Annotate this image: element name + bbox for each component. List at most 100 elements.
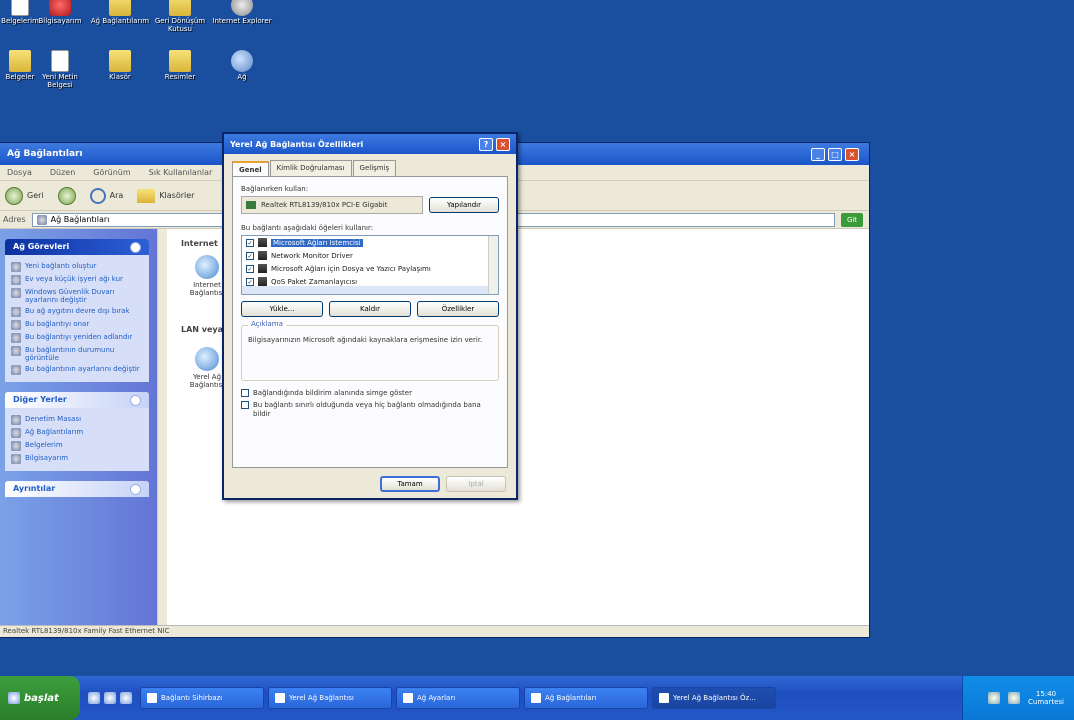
net-icon [231,50,253,72]
taskbar-button[interactable]: Ağ Bağlantıları [524,687,648,709]
taskbar-button[interactable]: Yerel Ağ Bağlantısı [268,687,392,709]
desktop-icon-label: Ağ Bağlantılarım [90,17,150,25]
description-group: Açıklama Bilgisayarınızın Microsoft ağın… [241,320,499,381]
list-vertical-scrollbar[interactable] [488,236,498,294]
taskbar-button-label: Ağ Bağlantıları [545,694,597,702]
components-list[interactable]: ✓ Microsoft Ağları İstemcisi ✓ Network Moni… [241,235,499,295]
ok-button[interactable]: Tamam [380,476,440,492]
section-internet: Internet [181,239,218,248]
desktop-icon[interactable]: Internet Explorer [212,0,272,26]
chevron-up-icon[interactable] [130,395,141,407]
other-place-link[interactable]: Belgelerim [11,441,143,452]
window-icon [531,693,541,703]
window-icon [403,693,413,703]
desktop-icon[interactable]: Geri Dönüşüm Kutusu [150,0,210,33]
taskbar-button[interactable]: Yerel Ağ Bağlantısı Öz... [652,687,776,709]
task-link[interactable]: Ev veya küçük işyeri ağı kur [11,275,143,285]
forward-button[interactable] [57,186,76,205]
list-horizontal-scrollbar[interactable] [242,286,488,294]
chevron-down-icon[interactable] [130,484,141,496]
show-desktop-icon[interactable] [88,692,100,704]
maximize-icon[interactable]: □ [828,147,842,161]
desktop-icon[interactable]: Ağ Bağlantılarım [90,0,150,26]
task-link[interactable]: Windows Güvenlik Duvarı ayarlarını değiş… [11,288,143,304]
tab-0[interactable]: Genel [232,161,269,177]
chevron-up-icon[interactable] [130,242,141,253]
task-link[interactable]: Bu bağlantıyı yeniden adlandır [11,333,143,344]
desktop-icon[interactable]: Bilgisayarım [30,0,90,26]
desktop-icon-label: Internet Explorer [212,17,272,25]
other-place-link[interactable]: Ağ Bağlantılarım [11,428,143,439]
desktop-icon-label: Klasör [109,73,131,81]
back-button[interactable]: Geri [5,186,44,205]
menu-item-0[interactable]: Dosya [7,168,32,177]
desktop-icon[interactable]: Klasör [90,50,150,82]
start-button[interactable]: başlat [0,676,80,720]
taskbar-button-label: Ağ Ayarları [417,694,456,702]
tab-2[interactable]: Gelişmiş [352,160,397,176]
uninstall-button[interactable]: Kaldır [329,301,411,317]
configure-button[interactable]: Yapılandır [429,197,499,213]
show-icon-checkbox[interactable] [241,389,249,397]
task-icon [11,262,21,272]
desktop-icon[interactable]: Resimler [150,50,210,82]
doc-icon [51,50,69,72]
item-checkbox[interactable]: ✓ [246,277,254,286]
menu-item-3[interactable]: Sık Kullanılanlar [149,168,213,177]
network-tray-icon[interactable] [988,692,1001,704]
search-label: Ara [109,191,124,200]
notify-checkbox[interactable] [241,401,249,410]
properties-button[interactable]: Özellikler [417,301,499,317]
back-arrow-icon [5,186,23,205]
close-icon[interactable]: × [496,137,510,151]
list-item[interactable]: ✓ Microsoft Ağları İstemcisi [242,236,498,249]
folders-button[interactable]: Klasörler [137,188,194,203]
minimize-icon[interactable]: _ [811,147,825,161]
network-folder-icon [36,214,47,225]
cancel-button[interactable]: İptal [446,476,506,492]
taskbar-button[interactable]: Ağ Ayarları [396,687,520,709]
network-tasks-header[interactable]: Ağ Görevleri [5,239,149,255]
taskbar-button[interactable]: Bağlantı Sihirbazı [140,687,264,709]
menu-item-2[interactable]: Görünüm [93,168,130,177]
help-icon[interactable]: ? [479,137,493,151]
desktop-icon[interactable]: Yeni Metin Belgesi [30,50,90,89]
notify-option[interactable]: Bu bağlantı sınırlı olduğunda veya hiç b… [241,401,499,418]
lan-connection-item[interactable]: Yerel Ağ Bağlantısı [189,347,225,389]
component-icon [258,238,267,247]
task-link-label: Bu bağlantının ayarlarını değiştir [25,365,140,374]
details-header[interactable]: Ayrıntılar [5,481,149,498]
task-link[interactable]: Bu bağlantının durumunu görüntüle [11,346,143,362]
task-link[interactable]: Bu ağ aygıtını devre dışı bırak [11,307,143,318]
task-icon [11,346,21,357]
menu-item-1[interactable]: Düzen [50,168,75,177]
close-icon[interactable]: × [845,147,859,161]
task-link[interactable]: Bu bağlantıyı onar [11,320,143,331]
volume-icon[interactable] [1008,692,1021,704]
task-icon [11,307,21,318]
item-checkbox[interactable]: ✓ [246,238,254,247]
taskpane-scrollbar[interactable] [157,229,167,627]
show-icon-option[interactable]: Bağlandığında bildirim alanında simge gö… [241,389,499,397]
desktop-icon[interactable]: Ağ [212,50,272,82]
task-link[interactable]: Bu bağlantının ayarlarını değiştir [11,365,143,376]
task-buttons: Bağlantı Sihirbazı Yerel Ağ Bağlantısı Ağ … [140,687,780,709]
internet-explorer-icon[interactable] [104,692,116,704]
go-button[interactable]: Git [841,212,863,227]
clock[interactable]: 15:40 Cumartesi [1028,690,1064,707]
list-item[interactable]: ✓ Microsoft Ağları için Dosya ve Yazıcı P… [242,262,498,275]
other-places-header[interactable]: Diğer Yerler [5,392,149,409]
dialog-titlebar[interactable]: Yerel Ağ Bağlantısı Özellikleri ? × [224,134,516,154]
item-checkbox[interactable]: ✓ [246,264,254,273]
item-checkbox[interactable]: ✓ [246,251,254,260]
internet-connection-item[interactable]: Internet Bağlantısı [189,255,225,297]
tab-1[interactable]: Kimlik Doğrulaması [269,160,352,176]
other-place-link[interactable]: Denetim Masası [11,415,143,426]
media-player-icon[interactable] [120,692,132,704]
list-item[interactable]: ✓ Network Monitor Driver [242,249,498,262]
search-button[interactable]: Ara [89,187,124,204]
start-label: başlat [24,692,59,704]
install-button[interactable]: Yükle... [241,301,323,317]
task-link[interactable]: Yeni bağlantı oluştur [11,262,143,272]
other-place-link[interactable]: Bilgisayarım [11,454,143,465]
